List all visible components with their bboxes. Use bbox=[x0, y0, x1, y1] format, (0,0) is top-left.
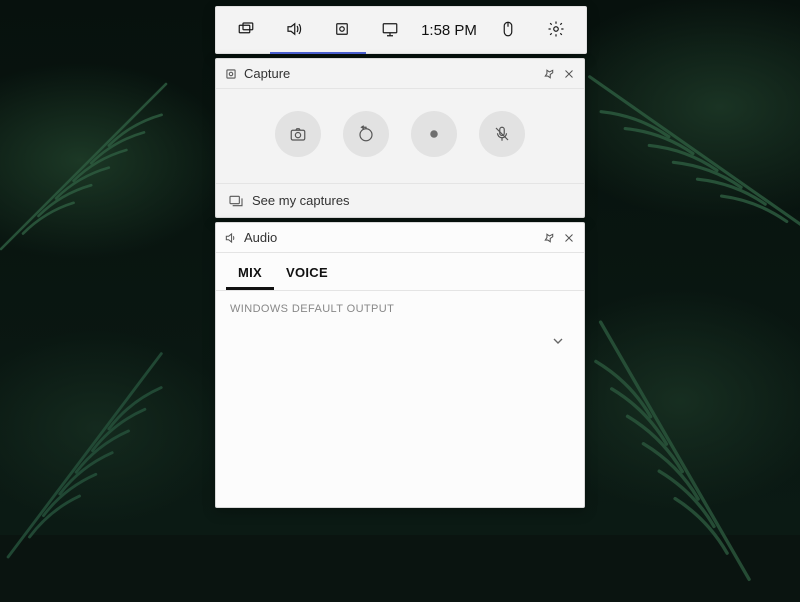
mouse-button[interactable] bbox=[484, 6, 532, 54]
audio-body: WINDOWS DEFAULT OUTPUT bbox=[216, 291, 584, 327]
leaf-decoration bbox=[0, 298, 245, 572]
tab-voice[interactable]: VOICE bbox=[274, 259, 340, 290]
capture-actions bbox=[216, 89, 584, 183]
leaf-decoration bbox=[0, 40, 240, 260]
widgets-button[interactable] bbox=[222, 6, 270, 54]
audio-button[interactable] bbox=[270, 6, 318, 54]
clock: 1:58 PM bbox=[414, 22, 484, 39]
chevron-down-icon[interactable] bbox=[550, 333, 566, 349]
capture-header-icon bbox=[224, 67, 238, 81]
capture-panel: Capture bbox=[215, 58, 585, 218]
camera-icon bbox=[289, 125, 307, 143]
start-recording-button[interactable] bbox=[411, 111, 457, 157]
widgets-icon bbox=[237, 20, 255, 38]
capture-icon bbox=[333, 20, 351, 38]
screenshot-button[interactable] bbox=[275, 111, 321, 157]
capture-title: Capture bbox=[244, 66, 536, 81]
record-icon bbox=[425, 125, 443, 143]
game-bar-toolbar: 1:58 PM bbox=[215, 6, 587, 54]
audio-panel: Audio MIX VOICE WINDOWS DEFAULT OUTPUT bbox=[215, 222, 585, 508]
rewind-icon bbox=[357, 125, 375, 143]
monitor-icon bbox=[381, 20, 399, 38]
audio-tabs: MIX VOICE bbox=[216, 253, 584, 291]
capture-panel-header: Capture bbox=[216, 59, 584, 89]
gear-icon bbox=[547, 20, 565, 38]
see-captures-label: See my captures bbox=[252, 193, 350, 208]
speaker-icon bbox=[224, 231, 238, 245]
pin-icon[interactable] bbox=[542, 67, 556, 81]
default-output-label: WINDOWS DEFAULT OUTPUT bbox=[230, 303, 570, 315]
see-captures-link[interactable]: See my captures bbox=[216, 183, 584, 217]
mouse-icon bbox=[499, 20, 517, 38]
gallery-icon bbox=[228, 193, 244, 209]
tab-mix[interactable]: MIX bbox=[226, 259, 274, 290]
speaker-icon bbox=[285, 20, 303, 38]
record-last-button[interactable] bbox=[343, 111, 389, 157]
close-icon[interactable] bbox=[562, 67, 576, 81]
audio-title: Audio bbox=[244, 230, 536, 245]
settings-button[interactable] bbox=[532, 6, 580, 54]
audio-panel-header: Audio bbox=[216, 223, 584, 253]
performance-button[interactable] bbox=[366, 6, 414, 54]
mic-toggle-button[interactable] bbox=[479, 111, 525, 157]
pin-icon[interactable] bbox=[542, 231, 556, 245]
mic-off-icon bbox=[493, 125, 511, 143]
capture-button[interactable] bbox=[318, 6, 366, 54]
close-icon[interactable] bbox=[562, 231, 576, 245]
